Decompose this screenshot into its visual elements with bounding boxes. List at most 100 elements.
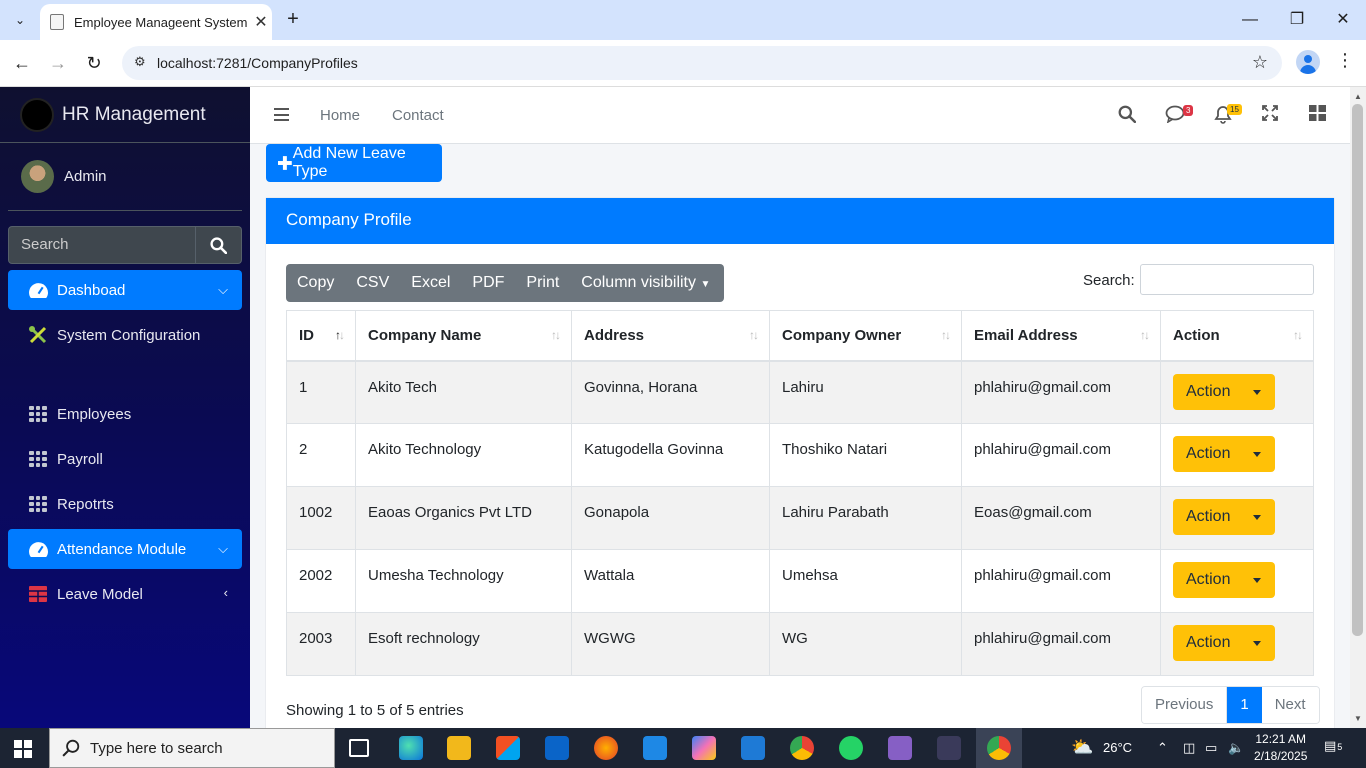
notification-count: 5 (1337, 742, 1343, 752)
tray-chevron-icon[interactable]: ⌃ (1157, 740, 1168, 756)
print-button[interactable]: Print (515, 264, 570, 302)
table-search-label: Search: (1083, 272, 1135, 289)
file-explorer-icon[interactable] (447, 736, 471, 760)
vscode-icon[interactable] (741, 736, 765, 760)
clock[interactable]: 12:21 AM 2/18/2025 (1254, 731, 1307, 765)
taskbar-search[interactable]: Type here to search (49, 728, 335, 768)
sidebar-item-reports[interactable]: Repotrts (8, 484, 242, 524)
weather-icon[interactable]: ⛅ (1071, 737, 1093, 758)
task-view-icon[interactable] (349, 739, 369, 757)
windows-start-icon[interactable] (14, 740, 32, 758)
sidebar-item-leave-model[interactable]: Leave Model ‹ (8, 574, 242, 614)
column-header-company-owner[interactable]: Company Owner ↑↓ (769, 310, 962, 362)
cell-owner: Thoshiko Natari (769, 423, 962, 487)
sidebar-item-label: Employees (57, 405, 132, 423)
add-button-label: Add New Leave Type (292, 145, 406, 180)
weather-temp[interactable]: 26°C (1103, 740, 1132, 755)
sidebar-item-dashboard[interactable]: Dashboad ⌵ (8, 270, 242, 310)
new-tab-icon[interactable]: + (282, 8, 304, 32)
visual-studio-icon[interactable] (888, 736, 912, 760)
bookmark-star-icon[interactable]: ☆ (1252, 52, 1268, 73)
hamburger-menu-icon[interactable] (274, 108, 289, 121)
action-label: Action (1186, 634, 1231, 651)
forward-icon[interactable]: → (47, 52, 69, 74)
grid-icon (27, 495, 49, 513)
site-info-icon[interactable]: ⚙ (134, 54, 152, 72)
sidebar-item-label: Dashboad (57, 281, 126, 299)
tab-search-icon[interactable]: ⌄ (8, 8, 32, 32)
pagination-next[interactable]: Next (1261, 687, 1319, 723)
add-new-leave-type-button[interactable]: Add New Leave Type (266, 144, 442, 182)
fullscreen-icon[interactable] (1259, 105, 1281, 127)
reload-icon[interactable]: ↻ (83, 52, 105, 74)
column-header-address[interactable]: Address ↑↓ (571, 310, 770, 362)
column-header-email[interactable]: Email Address ↑↓ (961, 310, 1161, 362)
profile-icon[interactable] (1296, 50, 1320, 74)
browser-tab[interactable]: Employee Manageent System ✕ (40, 4, 272, 40)
battery-icon[interactable]: ▭ (1205, 740, 1217, 756)
chrome-active-icon[interactable] (976, 728, 1022, 768)
url-field[interactable]: ⚙ localhost:7281/CompanyProfiles ☆ (122, 46, 1282, 80)
cell-email: phlahiru@gmail.com (961, 612, 1161, 676)
whatsapp-icon[interactable] (839, 736, 863, 760)
plus-icon (278, 156, 292, 170)
scroll-up-icon[interactable]: ▲ (1352, 92, 1364, 101)
tachometer-icon (27, 281, 49, 299)
pagination-page-1[interactable]: 1 (1227, 687, 1262, 723)
messages-badge: 3 (1183, 105, 1194, 116)
minimize-icon[interactable]: — (1238, 8, 1262, 32)
column-header-company-name[interactable]: Company Name ↑↓ (355, 310, 572, 362)
copy-button[interactable]: Copy (286, 264, 345, 302)
firefox-icon[interactable] (594, 736, 618, 760)
nav-link-home[interactable]: Home (320, 107, 360, 124)
nav-link-contact[interactable]: Contact (392, 107, 444, 124)
action-dropdown-button[interactable]: Action (1173, 436, 1275, 472)
network-icon[interactable]: ◫ (1183, 740, 1195, 756)
action-dropdown-button[interactable]: Action (1173, 562, 1275, 598)
edge-icon[interactable] (399, 736, 423, 760)
scrollbar-thumb[interactable] (1352, 104, 1363, 636)
terminal-icon[interactable] (937, 736, 961, 760)
sidebar-item-employees[interactable]: Employees (8, 394, 242, 434)
table-search-input[interactable] (1140, 264, 1314, 295)
tab-close-icon[interactable]: ✕ (250, 12, 272, 32)
volume-icon[interactable]: 🔈 (1228, 740, 1244, 756)
pagination-previous[interactable]: Previous (1142, 687, 1228, 723)
caret-down-icon: ▼ (700, 279, 711, 290)
cell-owner: Lahiru Parabath (769, 486, 962, 550)
column-header-label: Action (1173, 326, 1220, 344)
sidebar-search-button[interactable] (196, 226, 242, 264)
chrome-icon[interactable] (790, 736, 814, 760)
csv-button[interactable]: CSV (345, 264, 400, 302)
copilot-icon[interactable] (692, 736, 716, 760)
restore-icon[interactable]: ❐ (1285, 8, 1309, 32)
microsoft-store-icon[interactable] (496, 736, 520, 760)
browser-menu-icon[interactable]: ⋮ (1336, 50, 1354, 71)
scroll-down-icon[interactable]: ▼ (1352, 714, 1364, 723)
sidebar-item-payroll[interactable]: Payroll (8, 439, 242, 479)
pdf-button[interactable]: PDF (461, 264, 515, 302)
brand[interactable]: HR Management (0, 87, 250, 143)
notification-center-icon[interactable]: ▤5 (1324, 738, 1342, 754)
excel-button[interactable]: Excel (400, 264, 461, 302)
action-dropdown-button[interactable]: Action (1173, 373, 1275, 410)
outlook-icon[interactable] (545, 736, 569, 760)
cell-company-name: Esoft rechnology (355, 612, 572, 676)
sidebar-item-attendance-module[interactable]: Attendance Module ⌵ (8, 529, 242, 569)
user-panel[interactable]: Admin (8, 143, 242, 211)
column-header-action[interactable]: Action ↑↓ (1160, 310, 1314, 362)
column-visibility-button[interactable]: Column visibility ▼ (570, 264, 724, 302)
app-icon[interactable] (643, 736, 667, 760)
back-icon[interactable]: ← (11, 52, 33, 74)
action-dropdown-button[interactable]: Action (1173, 625, 1275, 661)
cell-id: 2002 (286, 549, 356, 613)
cell-id: 2 (286, 423, 356, 487)
close-window-icon[interactable]: ✕ (1331, 8, 1355, 32)
control-sidebar-icon[interactable] (1306, 105, 1328, 127)
column-header-id[interactable]: ID ↑↓ (286, 310, 356, 362)
action-dropdown-button[interactable]: Action (1173, 499, 1275, 535)
search-icon[interactable] (1116, 105, 1138, 127)
column-header-label: Company Owner (782, 326, 902, 344)
sidebar-item-system-configuration[interactable]: System Configuration (8, 315, 242, 355)
sidebar-search-input[interactable]: Search (8, 226, 196, 264)
